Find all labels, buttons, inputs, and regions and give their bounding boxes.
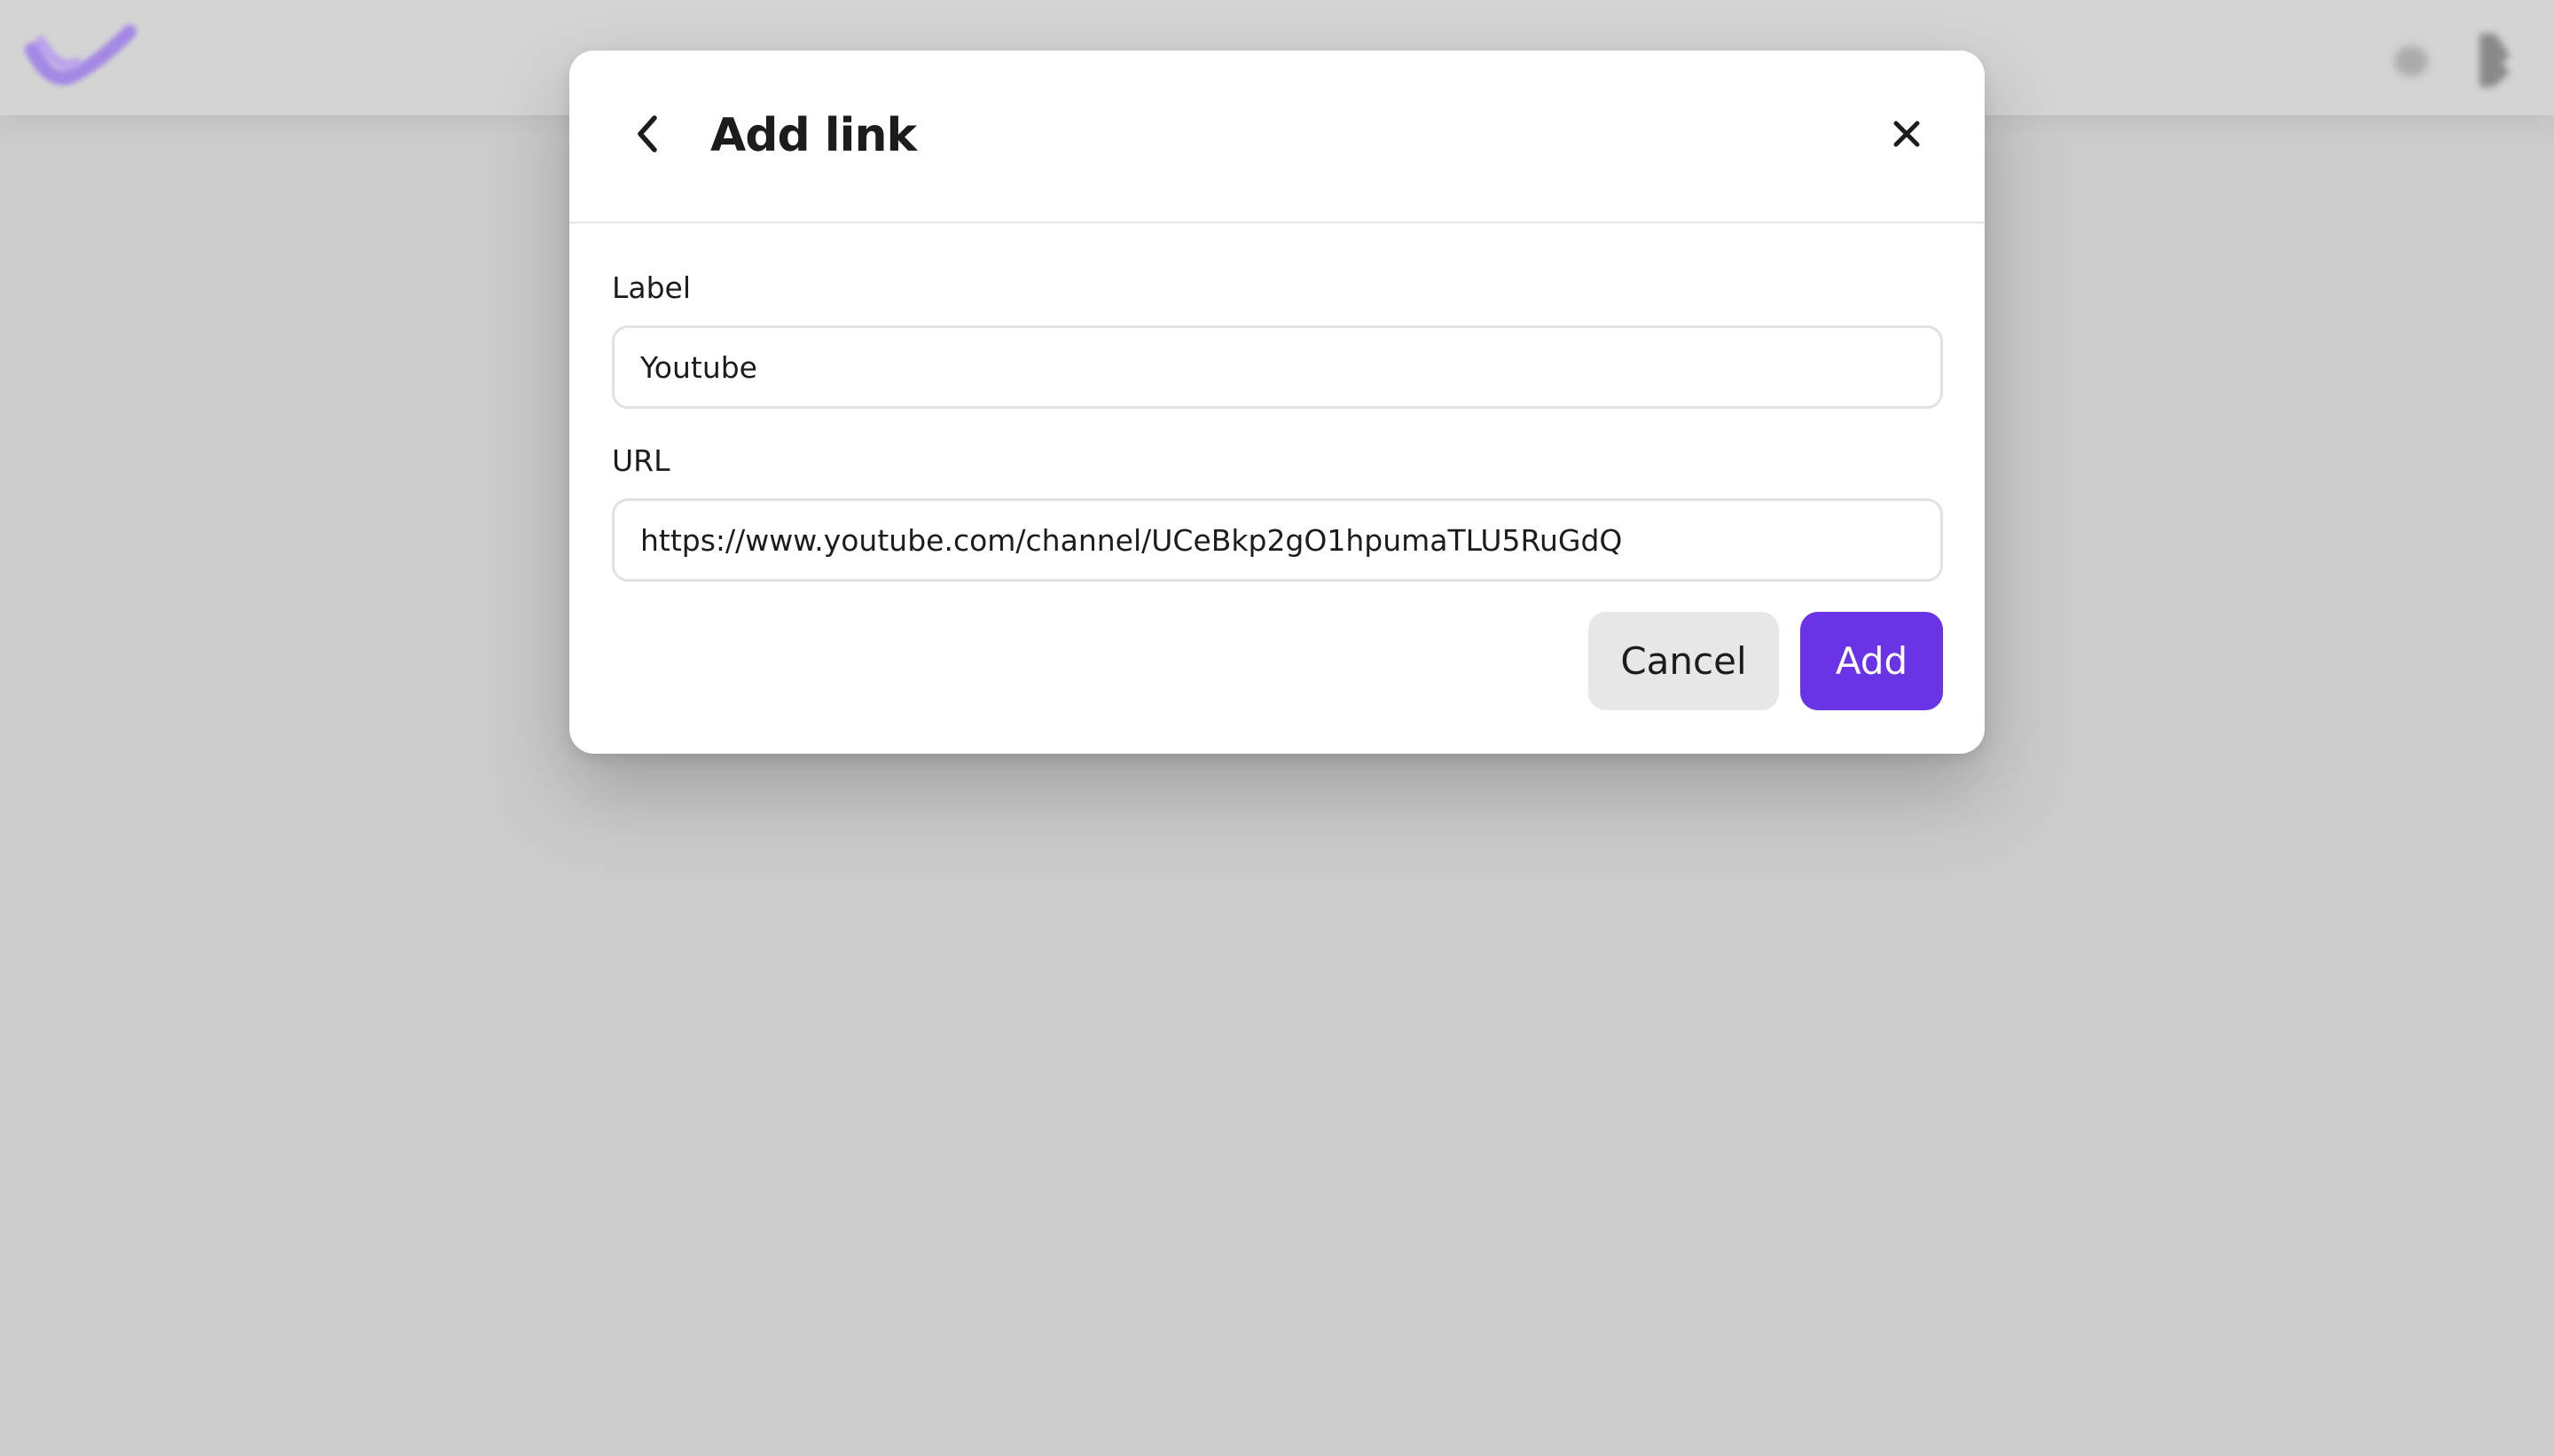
close-button[interactable] [1875, 102, 1939, 166]
add-link-dialog: Add link Label URL Cancel Add [569, 51, 1985, 754]
dialog-header: Add link [569, 51, 1985, 223]
label-input[interactable] [612, 325, 1943, 409]
url-input[interactable] [612, 498, 1943, 582]
cancel-button[interactable]: Cancel [1588, 612, 1779, 710]
close-icon [1893, 121, 1920, 147]
user-avatar[interactable] [2467, 28, 2517, 92]
chevron-left-icon [638, 115, 657, 153]
brand-logo-icon [25, 25, 137, 85]
add-button[interactable]: Add [1800, 612, 1943, 710]
url-field-label: URL [612, 443, 670, 478]
label-field-label: Label [612, 270, 692, 305]
back-button[interactable] [617, 102, 681, 166]
dialog-title: Add link [710, 109, 917, 162]
notification-icon[interactable] [2394, 46, 2428, 76]
